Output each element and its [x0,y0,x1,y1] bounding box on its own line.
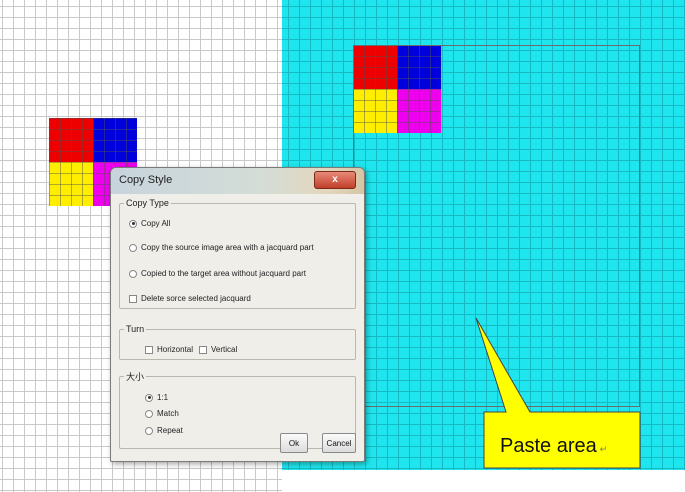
close-icon: x [332,174,338,185]
size-legend: 大小 [126,372,145,382]
block-yellow-quadrant [49,162,93,206]
dialog-body: Copy Type Copy All Copy the source image… [119,198,356,453]
callout-label: Paste area ↵ [500,435,608,457]
copy-all-radio[interactable]: Copy All [129,219,170,228]
canvas-bottom-margin [282,470,685,492]
radio-icon[interactable] [145,409,153,418]
copy-type-group: Copy Type [119,198,356,309]
checkbox-icon[interactable] [199,345,207,354]
turn-group: Turn [119,324,356,360]
size-repeat-radio[interactable]: Repeat [145,426,183,435]
delete-source-checkbox[interactable]: Delete sorce selected jacquard [129,294,251,303]
copy-type-legend: Copy Type [126,198,169,208]
close-button[interactable]: x [314,171,356,189]
cancel-button[interactable]: Cancel [322,433,356,453]
copy-without-jacquard-radio[interactable]: Copied to the target area without jacqua… [129,269,306,278]
turn-legend: Turn [126,324,145,334]
dialog-title: Copy Style [119,174,173,186]
dialog-titlebar[interactable]: Copy Style x [111,168,364,194]
radio-icon[interactable] [129,269,137,278]
block-blue-quadrant [93,118,137,162]
size-1-1-radio[interactable]: 1:1 [145,393,168,402]
radio-selected-icon[interactable] [145,393,153,402]
radio-icon[interactable] [145,426,153,435]
checkbox-icon[interactable] [129,294,137,303]
return-glyph: ↵ [599,444,608,454]
horizontal-checkbox[interactable]: Horizontal [145,345,193,354]
checkbox-icon[interactable] [145,345,153,354]
vertical-checkbox[interactable]: Vertical [199,345,237,354]
size-match-radio[interactable]: Match [145,409,179,418]
copy-with-jacquard-radio[interactable]: Copy the source image area with a jacqua… [129,243,314,252]
copy-style-dialog: Copy Style x Copy Type Copy All Copy the… [110,167,365,462]
ok-button[interactable]: Ok [280,433,308,453]
radio-icon[interactable] [129,243,137,252]
paste-area-frame [353,45,640,407]
block-red-quadrant [49,118,93,162]
radio-selected-icon[interactable] [129,219,137,228]
